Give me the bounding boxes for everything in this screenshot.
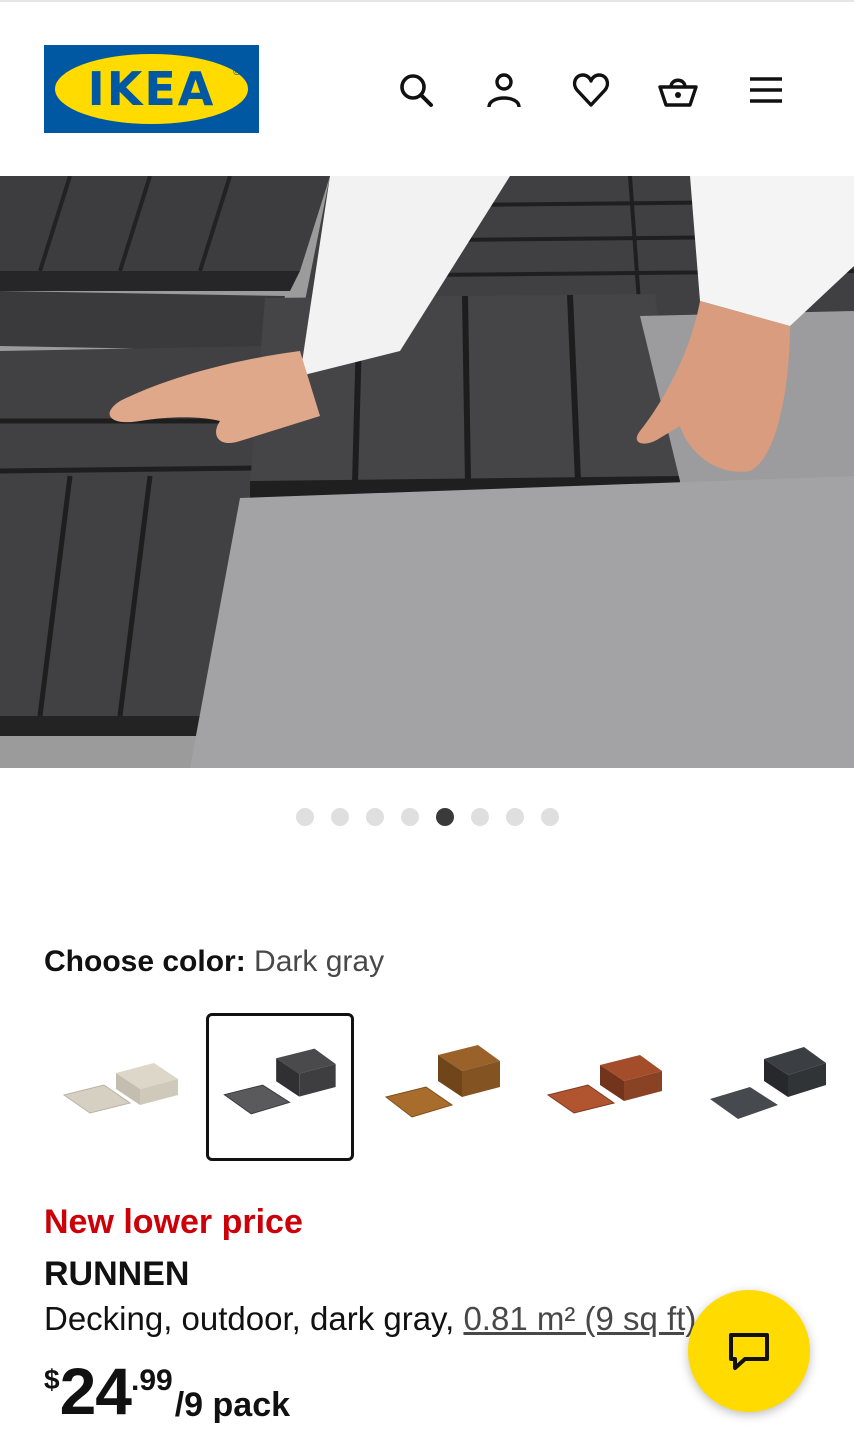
price-unit: /9 pack	[174, 1386, 291, 1424]
color-option-dark-gray[interactable]	[206, 1013, 354, 1161]
decking-photo	[0, 176, 854, 768]
product-name: RUNNEN	[44, 1255, 190, 1293]
selected-color-name: Dark gray	[254, 945, 385, 978]
registered-mark: ®	[232, 67, 242, 78]
price-currency: $	[44, 1364, 60, 1395]
pagination-dot-active[interactable]	[435, 808, 454, 826]
site-header: IKEA ®	[0, 2, 854, 176]
shopping-bag-icon[interactable]	[653, 65, 703, 115]
chat-icon	[729, 1333, 769, 1370]
ikea-logo[interactable]: IKEA ®	[44, 45, 259, 133]
gallery-pagination	[0, 808, 854, 826]
pagination-dot[interactable]	[470, 808, 489, 826]
pagination-dot[interactable]	[365, 808, 384, 826]
favourites-icon[interactable]	[566, 65, 616, 115]
pagination-dot[interactable]	[505, 808, 524, 826]
pagination-dot[interactable]	[330, 808, 349, 826]
color-option-light-brown[interactable]	[368, 1013, 516, 1161]
color-chooser-heading: Choose color: Dark gray	[44, 940, 384, 984]
pagination-dot[interactable]	[295, 808, 314, 826]
account-icon[interactable]	[479, 65, 529, 115]
pagination-dot[interactable]	[400, 808, 419, 826]
color-chooser-label: Choose color:	[44, 945, 246, 978]
product-description: Decking, outdoor, dark gray, 0.81 m² (9 …	[44, 1296, 696, 1342]
color-option-brown[interactable]	[530, 1013, 678, 1161]
price-promo-label: New lower price	[44, 1203, 303, 1241]
chat-button[interactable]	[688, 1290, 810, 1412]
product-image[interactable]	[0, 176, 854, 768]
logo-text: IKEA	[87, 62, 216, 116]
product-price: $ 24 .99 /9 pack	[44, 1356, 290, 1436]
search-icon[interactable]	[391, 65, 441, 115]
price-decimal: .99	[131, 1364, 173, 1397]
pagination-dot[interactable]	[540, 808, 559, 826]
product-measurement-link[interactable]: 0.81 m² (9 sq ft)	[463, 1300, 696, 1337]
product-description-text: Decking, outdoor, dark gray,	[44, 1300, 464, 1337]
price-integer: 24	[59, 1354, 132, 1428]
color-option-light-gray-beige[interactable]	[46, 1013, 194, 1161]
menu-icon[interactable]	[741, 65, 791, 115]
color-option-anthracite[interactable]	[692, 1013, 840, 1161]
